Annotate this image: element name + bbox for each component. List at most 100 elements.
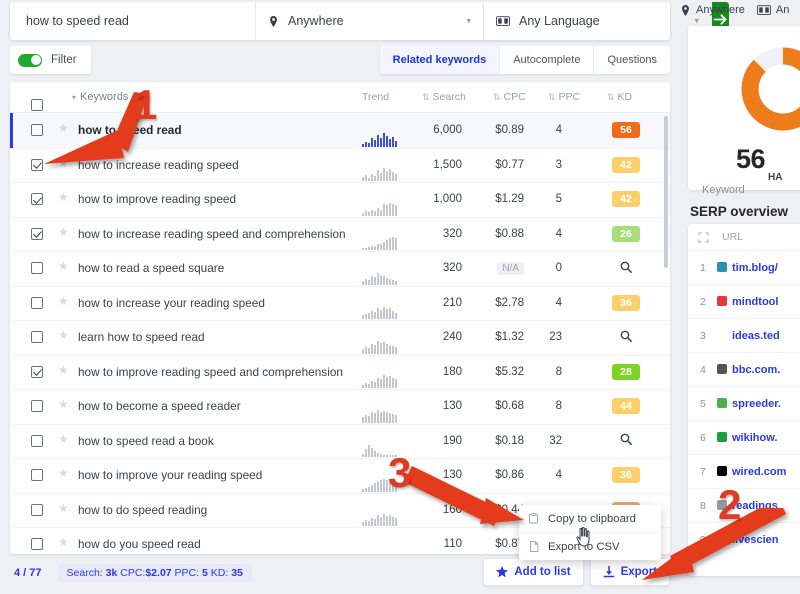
serp-url[interactable]: livescien — [732, 534, 778, 546]
star-icon[interactable]: ★ — [58, 398, 69, 410]
table-row[interactable]: ★ learn how to speed read 240 $1.32 23 — [10, 320, 670, 356]
row-checkbox[interactable] — [31, 331, 43, 343]
add-to-list-button[interactable]: Add to list — [483, 558, 584, 586]
table-row[interactable]: ★ how to increase reading speed 1,500 $0.77… — [10, 148, 670, 183]
serp-row[interactable]: 9 livescien — [688, 523, 800, 556]
star-icon[interactable]: ★ — [58, 329, 69, 341]
keyword-input-wrapper[interactable] — [10, 2, 256, 40]
search-volume-cell: 320 — [442, 262, 462, 275]
column-header-kd[interactable]: KD — [607, 91, 633, 103]
search-icon[interactable] — [620, 433, 632, 448]
serp-url[interactable]: readings — [732, 500, 778, 512]
star-icon[interactable]: ★ — [58, 157, 69, 169]
serp-url[interactable]: wired.com — [732, 466, 786, 478]
column-header-keywords[interactable]: Keywords — [72, 91, 128, 103]
keyword-cell[interactable]: learn how to speed read — [78, 330, 205, 344]
filter-toggle-switch[interactable] — [18, 53, 42, 67]
language-select[interactable]: Any Language ▾ — [484, 2, 712, 40]
serp-row[interactable]: 1 tim.blog/ — [688, 251, 800, 285]
keyword-cell[interactable]: how to speed read a book — [78, 434, 214, 448]
star-icon[interactable]: ★ — [58, 191, 69, 203]
row-checkbox[interactable] — [31, 365, 43, 378]
table-row[interactable]: ★ how to improve your reading speed 130 $0.… — [10, 458, 670, 494]
rp-language[interactable]: An — [756, 4, 789, 16]
column-header-ppc[interactable]: PPC — [548, 91, 581, 103]
table-row[interactable]: ★ how to speed read a book 190 $0.18 32 — [10, 424, 670, 459]
serp-url[interactable]: mindtool — [732, 296, 778, 308]
serp-row[interactable]: 5 spreeder. — [688, 387, 800, 421]
search-icon[interactable] — [620, 261, 632, 276]
row-checkbox[interactable] — [31, 469, 43, 481]
serp-url[interactable]: tim.blog/ — [732, 262, 778, 274]
export-button[interactable]: Export — [589, 558, 670, 586]
table-row[interactable]: ★ how to improve reading speed and compre… — [10, 355, 670, 390]
keyword-input[interactable] — [24, 13, 241, 29]
star-icon[interactable]: ★ — [58, 226, 69, 238]
keyword-cell[interactable]: how to speed read — [78, 123, 182, 137]
tab-autocomplete[interactable]: Autocomplete — [500, 46, 595, 74]
table-row[interactable]: ★ how to become a speed reader 130 $0.68 8 44 — [10, 389, 670, 425]
expand-icon[interactable] — [698, 232, 709, 246]
agg-kd-label: KD: — [210, 567, 229, 579]
star-icon[interactable]: ★ — [58, 536, 69, 548]
tab-related-keywords[interactable]: Related keywords — [379, 46, 501, 74]
row-checkbox[interactable] — [31, 227, 43, 240]
favicon-icon — [717, 296, 727, 306]
kd-difficulty-label: HA — [768, 172, 783, 183]
row-checkbox[interactable] — [31, 434, 43, 447]
star-icon[interactable]: ★ — [58, 364, 69, 376]
favicon-icon — [717, 432, 727, 442]
row-checkbox[interactable] — [31, 158, 43, 171]
serp-row[interactable]: 2 mindtool — [688, 285, 800, 319]
table-scrollbar[interactable] — [664, 116, 668, 268]
search-icon[interactable] — [620, 330, 632, 345]
filter-toggle-button[interactable]: Filter — [10, 46, 91, 74]
row-checkbox[interactable] — [31, 538, 43, 550]
keyword-cell[interactable]: how do you speed read — [78, 537, 201, 551]
keyword-cell[interactable]: how to do speed reading — [78, 503, 207, 517]
row-checkbox[interactable] — [31, 193, 43, 205]
keyword-cell[interactable]: how to improve reading speed — [78, 192, 236, 206]
keyword-cell[interactable]: how to improve reading speed and compreh… — [78, 365, 343, 379]
star-icon[interactable]: ★ — [58, 502, 69, 514]
row-checkbox[interactable] — [31, 262, 43, 274]
serp-url[interactable]: spreeder. — [732, 398, 781, 410]
rp-location[interactable]: Anywhere — [680, 4, 745, 16]
column-header-cpc[interactable]: CPC — [493, 91, 526, 103]
select-all-checkbox[interactable] — [31, 99, 43, 111]
star-icon[interactable]: ★ — [58, 122, 69, 134]
table-row[interactable]: ★ how to read a speed square 320 N/A 0 — [10, 251, 670, 287]
row-checkbox[interactable] — [31, 124, 43, 136]
keyword-cell[interactable]: how to read a speed square — [78, 261, 224, 275]
star-icon[interactable]: ★ — [58, 260, 69, 272]
keyword-cell[interactable]: how to increase reading speed — [78, 158, 239, 172]
keyword-cell[interactable]: how to increase your reading speed — [78, 296, 265, 310]
location-select[interactable]: Anywhere ▾ — [256, 2, 484, 40]
star-icon — [496, 566, 509, 578]
serp-url[interactable]: bbc.com. — [732, 364, 780, 376]
row-checkbox[interactable] — [31, 296, 43, 309]
table-row[interactable]: ★ how to speed read 6,000 $0.89 4 56 — [10, 113, 670, 149]
star-icon[interactable]: ★ — [58, 433, 69, 445]
serp-url[interactable]: wikihow. — [732, 432, 777, 444]
table-row[interactable]: ★ how to improve reading speed 1,000 $1.29 5… — [10, 182, 670, 218]
table-row[interactable]: ★ how to increase your reading speed 210 $2… — [10, 286, 670, 321]
tab-questions[interactable]: Questions — [594, 46, 670, 74]
column-header-search[interactable]: Search — [422, 91, 466, 103]
agg-search-value: 3k — [105, 567, 118, 579]
serp-row[interactable]: 7 wired.com — [688, 455, 800, 489]
language-value: Any Language — [519, 14, 600, 28]
keyword-cell[interactable]: how to increase reading speed and compre… — [78, 227, 346, 241]
serp-row[interactable]: 3 ideas.ted — [688, 319, 800, 353]
serp-row[interactable]: 6 wikihow. — [688, 421, 800, 455]
serp-row[interactable]: 4 bbc.com. — [688, 353, 800, 387]
star-icon[interactable]: ★ — [58, 467, 69, 479]
serp-row[interactable]: 8 readings — [688, 489, 800, 523]
keyword-cell[interactable]: how to improve your reading speed — [78, 468, 262, 482]
row-checkbox[interactable] — [31, 400, 43, 412]
star-icon[interactable]: ★ — [58, 295, 69, 307]
table-row[interactable]: ★ how to increase reading speed and compr… — [10, 217, 670, 252]
row-checkbox[interactable] — [31, 503, 43, 516]
keyword-cell[interactable]: how to become a speed reader — [78, 399, 241, 413]
serp-url[interactable]: ideas.ted — [732, 330, 780, 342]
